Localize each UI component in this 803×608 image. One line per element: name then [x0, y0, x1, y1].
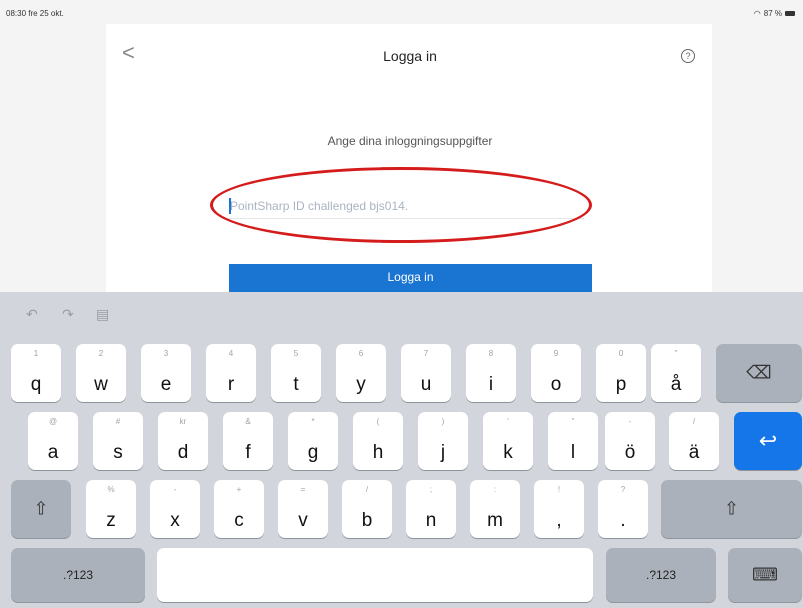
onscreen-keyboard: ↶ ↷ ▤ 1q 2w 3e 4r 5t 6y 7u 8i 9o 0p " å ⌫… [0, 292, 803, 608]
key-x[interactable]: -x [150, 480, 200, 538]
key-p[interactable]: 0p [596, 344, 646, 402]
key-o-umlaut[interactable]: -ö [605, 412, 655, 470]
status-indicators: ◠ 87 % [754, 9, 795, 18]
backspace-icon: ⌫ [746, 362, 772, 383]
keyboard-dismiss-icon: ⌨ [752, 564, 778, 585]
key-l[interactable]: " l [548, 412, 598, 470]
battery-icon [785, 11, 795, 16]
key-y[interactable]: 6y [336, 344, 386, 402]
numbers-key-right[interactable]: .?123 [606, 548, 716, 602]
undo-icon[interactable]: ↶ [26, 306, 38, 323]
keyboard-dismiss-key[interactable]: ⌨ [728, 548, 802, 602]
return-icon: ↩ [758, 428, 778, 453]
numbers-key-left[interactable]: .?123 [11, 548, 145, 602]
back-chevron-icon[interactable]: < [122, 42, 135, 64]
key-u[interactable]: 7u [401, 344, 451, 402]
key-w[interactable]: 2w [76, 344, 126, 402]
text-caret [229, 198, 231, 214]
key-g[interactable]: * g [288, 412, 338, 470]
key-b[interactable]: / b [342, 480, 392, 538]
key-c[interactable]: + c [214, 480, 264, 538]
status-bar: 08:30 fre 25 okt. ◠ 87 % [0, 0, 803, 24]
login-instruction: Ange dina inloggningsuppgifter [327, 134, 493, 148]
key-r[interactable]: 4r [206, 344, 256, 402]
shift-key-left[interactable]: ⇧ [11, 480, 71, 538]
battery-percent: 87 % [763, 9, 782, 18]
clipboard-icon[interactable]: ▤ [96, 306, 109, 323]
key-o[interactable]: 9o [531, 344, 581, 402]
space-bar[interactable] [157, 548, 593, 602]
key-a[interactable]: @ a [28, 412, 78, 470]
key-v[interactable]: = v [278, 480, 328, 538]
key-t[interactable]: 5t [271, 344, 321, 402]
shift-key-right[interactable]: ⇧ [661, 480, 802, 538]
key-period[interactable]: ?. [598, 480, 648, 538]
key-comma[interactable]: !, [534, 480, 584, 538]
key-s[interactable]: # s [93, 412, 143, 470]
key-n[interactable]: ; n [406, 480, 456, 538]
login-panel [106, 24, 712, 296]
key-k[interactable]: ' k [483, 412, 533, 470]
key-i[interactable]: 8i [466, 344, 516, 402]
help-question-icon[interactable]: ? [681, 49, 695, 63]
redo-icon[interactable]: ↷ [62, 306, 74, 323]
key-z[interactable]: % z [86, 480, 136, 538]
shift-icon: ⇧ [723, 498, 740, 519]
page-title: Logga in [383, 48, 437, 64]
keyboard-shortcut-bar: ↶ ↷ ▤ [0, 292, 803, 336]
credential-input[interactable] [228, 193, 584, 219]
key-h[interactable]: (h [353, 412, 403, 470]
status-time-date: 08:30 fre 25 okt. [6, 9, 64, 18]
key-e[interactable]: 3e [141, 344, 191, 402]
key-j[interactable]: ) j [418, 412, 468, 470]
key-a-ring[interactable]: " å [651, 344, 701, 402]
key-m[interactable]: :m [470, 480, 520, 538]
return-key[interactable]: ↩ [734, 412, 802, 470]
backspace-key[interactable]: ⌫ [716, 344, 802, 402]
key-d[interactable]: kr d [158, 412, 208, 470]
wifi-icon: ◠ [753, 9, 761, 18]
shift-icon: ⇧ [33, 498, 49, 519]
key-f[interactable]: & f [223, 412, 273, 470]
key-q[interactable]: 1q [11, 344, 61, 402]
key-a-umlaut[interactable]: / ä [669, 412, 719, 470]
